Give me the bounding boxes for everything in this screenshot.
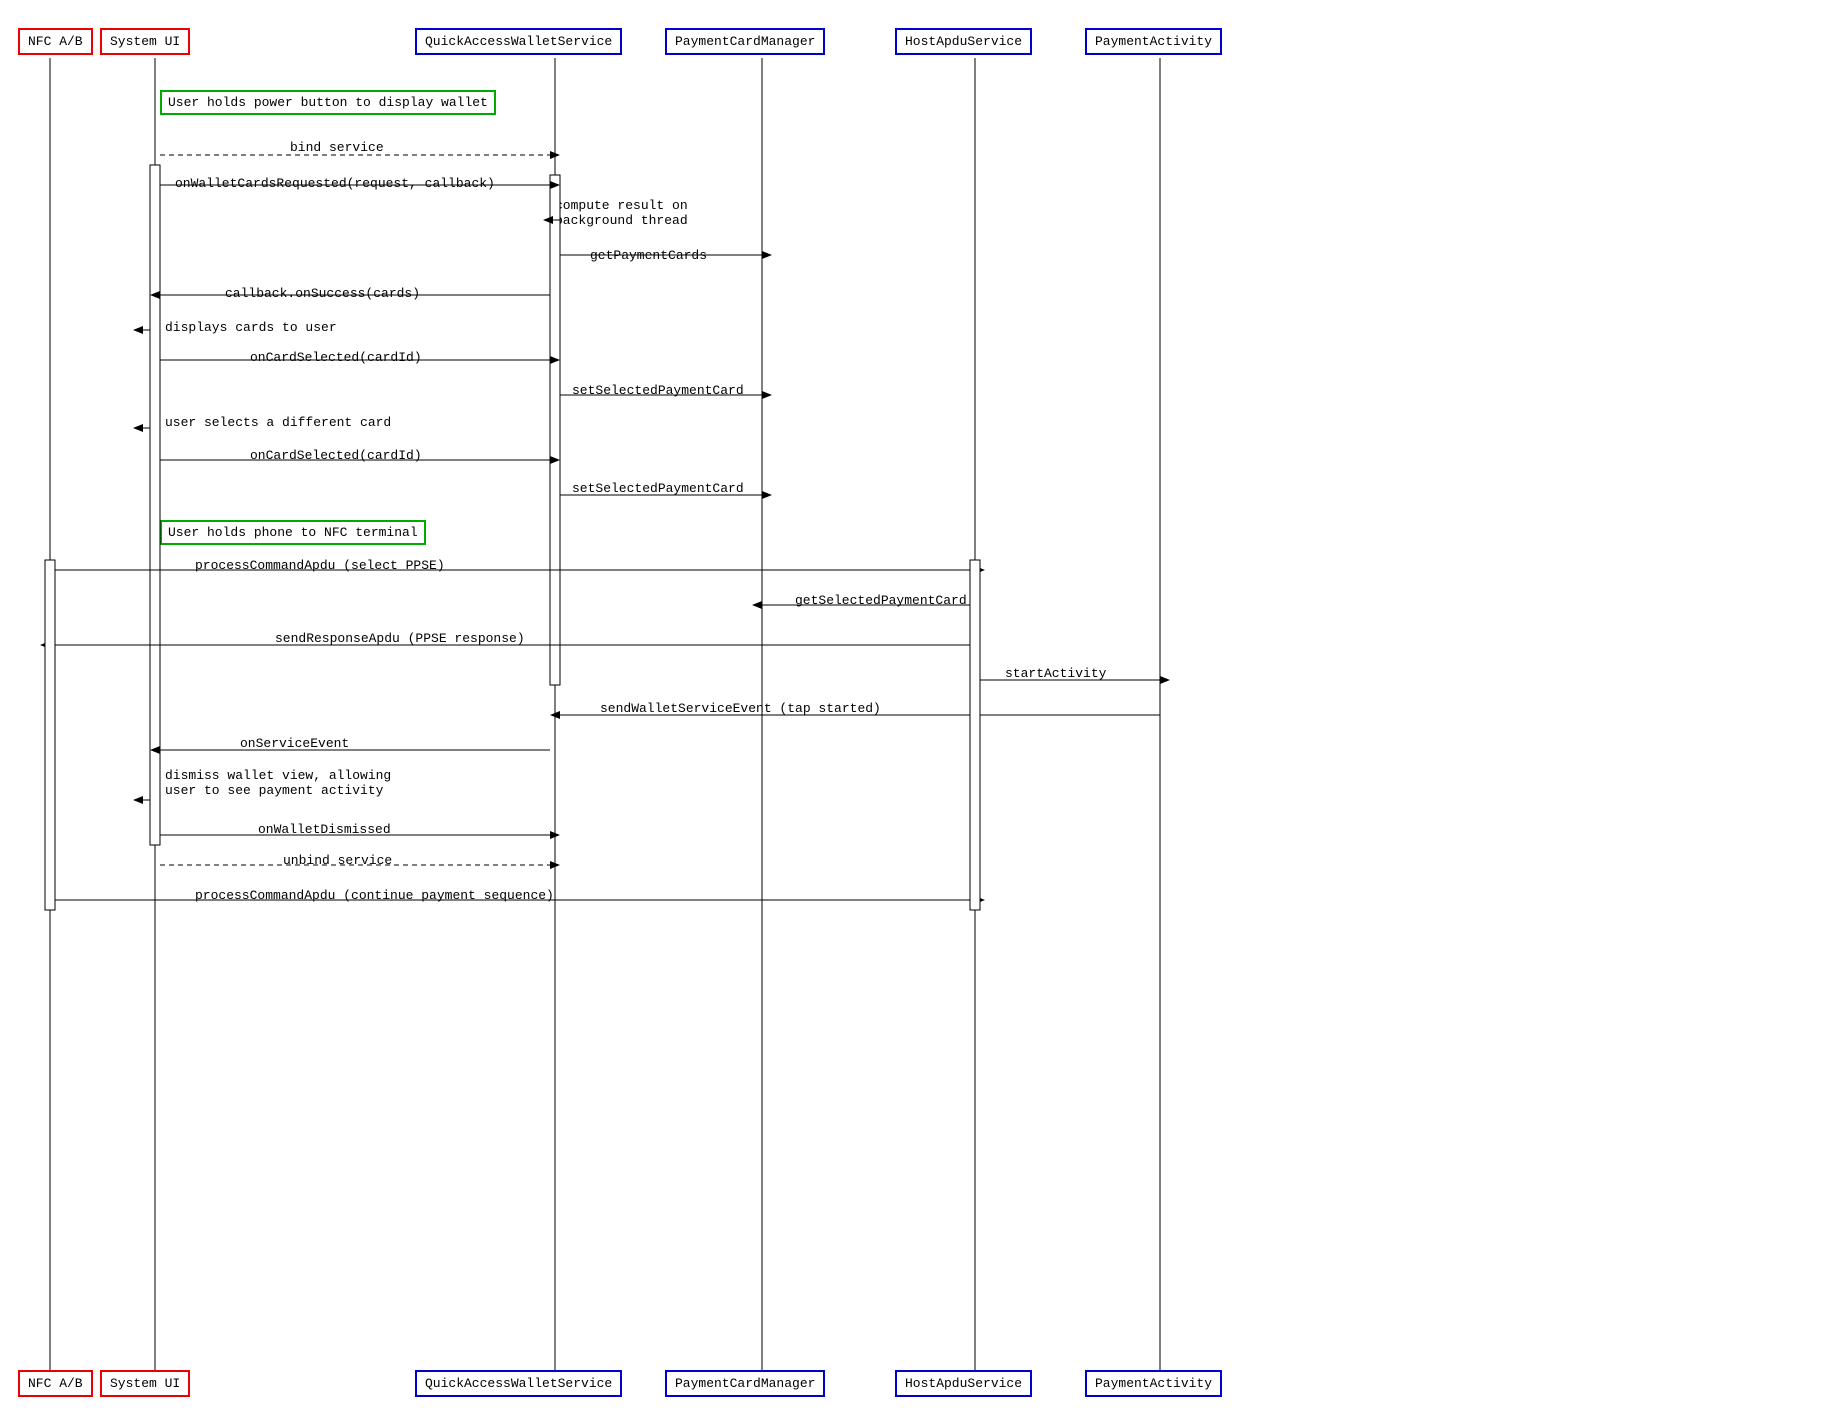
actor-nfc-top: NFC A/B	[18, 28, 93, 55]
msg-bind-service: bind service	[290, 140, 384, 155]
msg-onwalletcards: onWalletCardsRequested(request, callback…	[175, 176, 495, 191]
actor-hapdu-bottom: HostApduService	[895, 1370, 1032, 1397]
msg-onserviceevent: onServiceEvent	[240, 736, 349, 751]
msg-setselected2: setSelectedPaymentCard	[572, 481, 744, 496]
actor-sysui-bottom: System UI	[100, 1370, 190, 1397]
msg-startactivity: startActivity	[1005, 666, 1106, 681]
sequence-arrows	[0, 0, 1845, 1424]
sequence-diagram: NFC A/B System UI QuickAccessWalletServi…	[0, 0, 1845, 1424]
msg-onwalletdismissed: onWalletDismissed	[258, 822, 391, 837]
actor-nfc-bottom: NFC A/B	[18, 1370, 93, 1397]
msg-processcommand1: processCommandApdu (select PPSE)	[195, 558, 445, 573]
actor-pa-top: PaymentActivity	[1085, 28, 1222, 55]
actor-pa-bottom: PaymentActivity	[1085, 1370, 1222, 1397]
msg-oncardselected1: onCardSelected(cardId)	[250, 350, 422, 365]
note-user-holds-power: User holds power button to display walle…	[160, 90, 496, 115]
actor-pcm-top: PaymentCardManager	[665, 28, 825, 55]
msg-user-selects: user selects a different card	[165, 415, 391, 430]
msg-unbind: unbind service	[283, 853, 392, 868]
msg-dismiss: dismiss wallet view, allowinguser to see…	[165, 768, 391, 798]
msg-callback-success: callback.onSuccess(cards)	[225, 286, 420, 301]
msg-processcommand2: processCommandApdu (continue payment seq…	[195, 888, 554, 903]
msg-sendresponse: sendResponseApdu (PPSE response)	[275, 631, 525, 646]
actor-pcm-bottom: PaymentCardManager	[665, 1370, 825, 1397]
actor-qaws-bottom: QuickAccessWalletService	[415, 1370, 622, 1397]
msg-oncardselected2: onCardSelected(cardId)	[250, 448, 422, 463]
msg-setselected1: setSelectedPaymentCard	[572, 383, 744, 398]
msg-getpaymentcards: getPaymentCards	[590, 248, 707, 263]
note-user-holds-phone: User holds phone to NFC terminal	[160, 520, 426, 545]
actor-sysui-top: System UI	[100, 28, 190, 55]
actor-qaws-top: QuickAccessWalletService	[415, 28, 622, 55]
msg-getselected: getSelectedPaymentCard	[795, 593, 967, 608]
msg-compute: compute result onbackground thread	[555, 198, 688, 228]
msg-displays-cards: displays cards to user	[165, 320, 337, 335]
actor-hapdu-top: HostApduService	[895, 28, 1032, 55]
msg-sendwalletevent: sendWalletServiceEvent (tap started)	[600, 701, 881, 716]
